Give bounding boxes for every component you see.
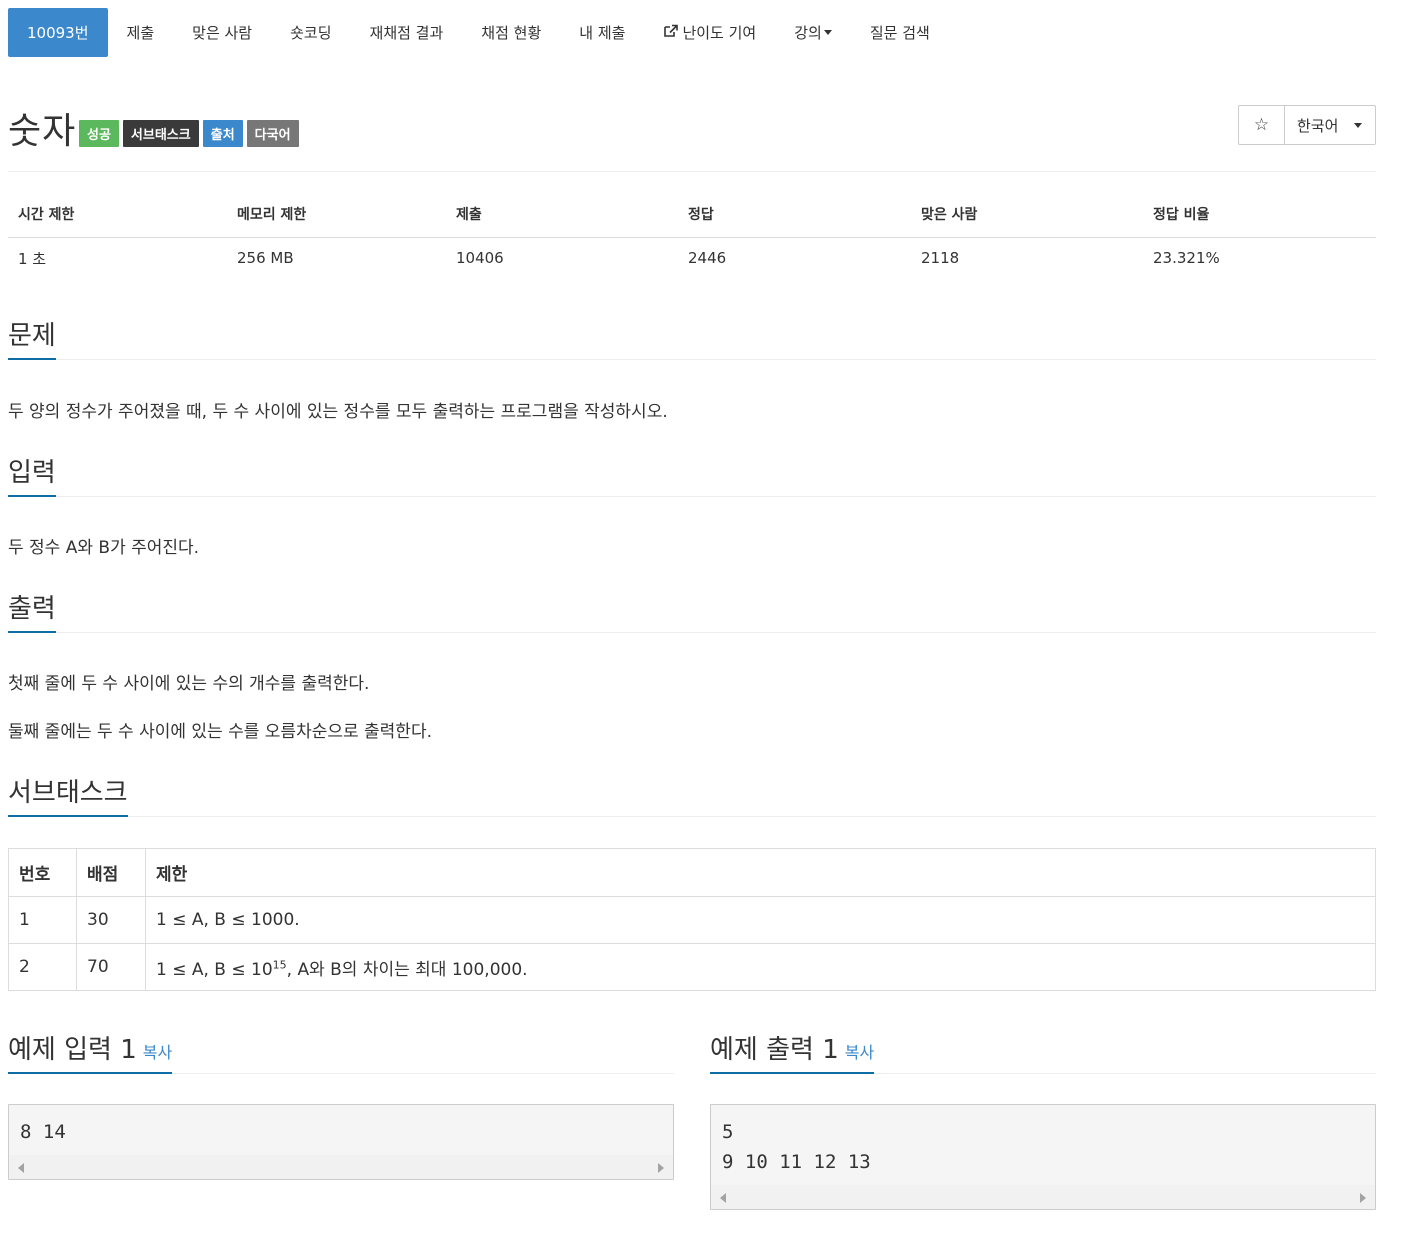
tab-rejudge-results[interactable]: 재채점 결과 xyxy=(351,8,463,57)
sample-input-header: 예제 입력 1 복사 xyxy=(8,1034,674,1074)
accepted-value: 2446 xyxy=(688,249,727,268)
copy-sample-input-link[interactable]: 복사 xyxy=(143,1043,172,1062)
table-row: 1 30 1 ≤ A, B ≤ 1000. xyxy=(8,896,1376,944)
subtask-constraint: 1 ≤ A, B ≤ 1015, A와 B의 차이는 최대 100,000. xyxy=(145,943,1376,991)
tab-label: 10093번 xyxy=(27,24,89,42)
problem-info-table: 시간 제한 메모리 제한 제출 정답 맞은 사람 정답 비율 1 초 256 M… xyxy=(8,192,1376,279)
header-memory-limit: 메모리 제한 xyxy=(227,192,446,238)
label-subtask: 서브태스크 xyxy=(122,120,199,147)
header-accepted-users: 맞은 사람 xyxy=(911,192,1143,238)
sample-input-box[interactable]: 8 14 xyxy=(8,1104,674,1180)
output-section-header: 출력 xyxy=(8,593,1376,633)
problem-nav-tabs: 10093번 제출 맞은 사람 숏코딩 재채점 결과 채점 현황 내 제출 난이… xyxy=(8,8,949,57)
label-multilingual: 다국어 xyxy=(246,120,299,147)
header-score: 배점 xyxy=(76,848,146,897)
problem-description: 두 양의 정수가 주어졌을 때, 두 수 사이에 있는 정수를 모두 출력하는 … xyxy=(8,402,668,422)
table-header-row: 시간 제한 메모리 제한 제출 정답 맞은 사람 정답 비율 xyxy=(8,192,1376,238)
tab-lectures-dropdown[interactable]: 강의 xyxy=(775,8,851,57)
tab-label: 재채점 결과 xyxy=(369,24,444,42)
subtask-number: 2 xyxy=(8,943,77,991)
tab-short-coding[interactable]: 숏코딩 xyxy=(271,8,350,57)
subtask-number: 1 xyxy=(8,896,77,944)
sample-input-content: 8 14 xyxy=(20,1121,66,1143)
tab-label: 맞은 사람 xyxy=(192,24,253,42)
subtask-constraint: 1 ≤ A, B ≤ 1000. xyxy=(145,896,1376,944)
header-number: 번호 xyxy=(8,848,77,897)
caret-down-icon xyxy=(1354,122,1363,128)
scroll-left-icon[interactable] xyxy=(720,1193,726,1203)
tab-label: 숏코딩 xyxy=(290,24,332,42)
output-description-line-1: 첫째 줄에 두 수 사이에 있는 수의 개수를 출력한다. xyxy=(8,674,370,694)
tab-question-search[interactable]: 질문 검색 xyxy=(851,8,949,57)
constraint-text: , A와 B의 차이는 최대 100,000. xyxy=(286,959,528,980)
header-accept-ratio: 정답 비율 xyxy=(1143,192,1376,238)
scroll-right-icon[interactable] xyxy=(658,1163,664,1173)
tab-accepted-users[interactable]: 맞은 사람 xyxy=(173,8,271,57)
constraint-exponent: 15 xyxy=(272,957,287,971)
constraint-text: 1 ≤ A, B ≤ 10 xyxy=(156,959,273,980)
subtask-table: 번호 배점 제한 1 30 1 ≤ A, B ≤ 1000. 2 70 1 ≤ … xyxy=(8,848,1376,991)
problem-section-header: 문제 xyxy=(8,320,1376,360)
problem-header: 숫자 성공 서브태스크 출처 다국어 ☆ 한국어 xyxy=(8,100,1376,172)
language-label: 한국어 xyxy=(1297,116,1339,135)
table-row: 1 초 256 MB 10406 2446 2118 23.321% xyxy=(8,237,1376,279)
header-accepted: 정답 xyxy=(678,192,911,238)
table-header-row: 번호 배점 제한 xyxy=(8,848,1376,897)
header-constraint: 제한 xyxy=(145,848,1376,897)
tab-label: 채점 현황 xyxy=(481,24,542,42)
memory-limit-value: 256 MB xyxy=(237,249,294,268)
tab-label: 난이도 기여 xyxy=(682,24,757,42)
caret-down-icon xyxy=(823,30,832,35)
sample-output-line: 5 xyxy=(722,1121,734,1143)
sample-output-content: 5 9 10 11 12 13 xyxy=(711,1105,1375,1177)
section-title: 예제 입력 1 복사 xyxy=(8,1034,173,1074)
accepted-users-value: 2118 xyxy=(921,249,960,268)
horizontal-scrollbar[interactable] xyxy=(9,1155,673,1179)
time-limit-value: 1 초 xyxy=(18,249,47,268)
sample-output-header: 예제 출력 1 복사 xyxy=(710,1034,1376,1074)
language-dropdown[interactable]: 한국어 xyxy=(1285,106,1375,144)
submissions-value: 10406 xyxy=(456,249,504,268)
table-row: 2 70 1 ≤ A, B ≤ 1015, A와 B의 차이는 최대 100,0… xyxy=(8,943,1376,991)
header-time-limit: 시간 제한 xyxy=(8,192,227,238)
section-title: 입력 xyxy=(8,457,56,497)
tab-problem[interactable]: 10093번 xyxy=(8,8,108,57)
tab-judge-status[interactable]: 채점 현황 xyxy=(462,8,560,57)
input-description: 두 정수 A와 B가 주어진다. xyxy=(8,538,200,558)
accept-ratio-value: 23.321% xyxy=(1153,249,1220,268)
tab-submit[interactable]: 제출 xyxy=(108,8,174,57)
section-title: 출력 xyxy=(8,593,56,633)
tab-label: 제출 xyxy=(126,24,155,42)
tab-my-submissions[interactable]: 내 제출 xyxy=(560,8,644,57)
subtask-section-header: 서브태스크 xyxy=(8,777,1376,817)
sample-output-box[interactable]: 5 9 10 11 12 13 xyxy=(710,1104,1376,1210)
tab-label: 강의 xyxy=(794,24,822,42)
label-source[interactable]: 출처 xyxy=(202,120,243,147)
favorite-button[interactable]: ☆ xyxy=(1239,106,1285,144)
section-title: 문제 xyxy=(8,320,56,360)
scroll-left-icon[interactable] xyxy=(18,1163,24,1173)
tab-label: 내 제출 xyxy=(579,24,626,42)
tab-label: 질문 검색 xyxy=(869,24,930,42)
scroll-right-icon[interactable] xyxy=(1360,1193,1366,1203)
copy-sample-output-link[interactable]: 복사 xyxy=(845,1043,874,1062)
subtask-score: 70 xyxy=(76,943,146,991)
star-outline-icon: ☆ xyxy=(1253,115,1270,135)
external-link-icon xyxy=(663,24,679,42)
header-submissions: 제출 xyxy=(446,192,678,238)
page-title: 숫자 xyxy=(8,111,77,152)
label-success: 성공 xyxy=(79,120,119,147)
sample-output-line: 9 10 11 12 13 xyxy=(722,1151,871,1173)
section-title: 예제 출력 1 복사 xyxy=(710,1034,875,1074)
sample-output-title: 예제 출력 1 xyxy=(710,1034,839,1065)
subtask-score: 30 xyxy=(76,896,146,944)
sample-input-title: 예제 입력 1 xyxy=(8,1034,137,1065)
title-button-group: ☆ 한국어 xyxy=(1238,105,1376,145)
section-title: 서브태스크 xyxy=(8,777,128,817)
output-description-line-2: 둘째 줄에는 두 수 사이에 있는 수를 오름차순으로 출력한다. xyxy=(8,722,432,742)
tab-difficulty-contribution[interactable]: 난이도 기여 xyxy=(644,8,775,57)
horizontal-scrollbar[interactable] xyxy=(711,1185,1375,1209)
input-section-header: 입력 xyxy=(8,457,1376,497)
problem-labels: 성공 서브태스크 출처 다국어 xyxy=(79,120,299,147)
